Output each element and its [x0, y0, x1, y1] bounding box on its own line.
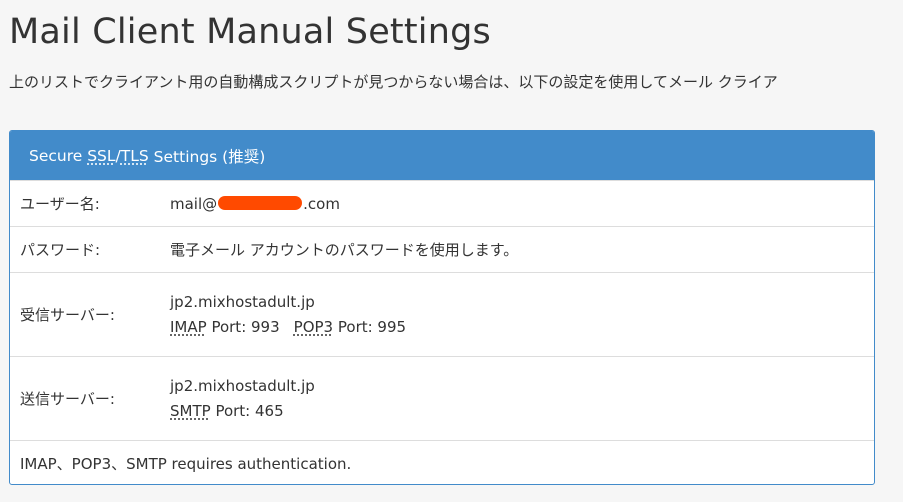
incoming-server-value: jp2.mixhostadult.jp IMAP Port: 993 POP3 P… [170, 290, 406, 340]
imap-abbr[interactable]: IMAP [170, 318, 207, 336]
tls-abbr[interactable]: TLS [121, 147, 149, 165]
outgoing-server-value: jp2.mixhostadult.jp SMTP Port: 465 [170, 374, 315, 424]
pop3-abbr[interactable]: POP3 [294, 318, 333, 336]
secure-settings-panel: Secure SSL / TLS Settings (推奨) ユーザー名: mail… [9, 130, 875, 485]
panel-heading-suffix: Settings (推奨) [148, 147, 266, 166]
password-row: パスワード: 電子メール アカウントのパスワードを使用します。 [10, 226, 874, 272]
incoming-server-row: 受信サーバー: jp2.mixhostadult.jp IMAP Port: 9… [10, 272, 874, 356]
incoming-server-label: 受信サーバー: [20, 306, 115, 324]
password-label: パスワード: [20, 241, 101, 259]
incoming-server-host: jp2.mixhostadult.jp [170, 292, 315, 311]
page-description: 上のリストでクライアント用の自動構成スクリプトが見つからない場合は、以下の設定を… [9, 73, 778, 91]
pop3-port: Port: 995 [333, 317, 407, 336]
outgoing-server-ports: SMTP Port: 465 [170, 399, 315, 424]
username-label: ユーザー名: [20, 195, 100, 213]
redaction-mark [218, 196, 303, 210]
username-row: ユーザー名: mail@ .com [10, 180, 874, 226]
outgoing-server-label: 送信サーバー: [20, 390, 115, 408]
auth-note: IMAP、POP3、SMTP requires authentication. [20, 455, 352, 473]
incoming-server-ports: IMAP Port: 993 POP3 Port: 995 [170, 315, 406, 340]
username-suffix: .com [303, 194, 340, 213]
smtp-port: Port: 465 [210, 401, 284, 420]
imap-port: Port: 993 [206, 317, 280, 336]
password-value: 電子メール アカウントのパスワードを使用します。 [170, 241, 519, 259]
username-value: mail@ .com [170, 195, 340, 213]
outgoing-server-host: jp2.mixhostadult.jp [170, 376, 315, 395]
outgoing-server-row: 送信サーバー: jp2.mixhostadult.jp SMTP Port: 4… [10, 356, 874, 440]
auth-note-row: IMAP、POP3、SMTP requires authentication. [10, 440, 874, 484]
smtp-abbr[interactable]: SMTP [170, 402, 211, 420]
panel-heading: Secure SSL / TLS Settings (推奨) [10, 131, 874, 180]
page-title: Mail Client Manual Settings [9, 12, 491, 52]
panel-heading-prefix: Secure [29, 146, 88, 165]
ssl-abbr[interactable]: SSL [87, 147, 115, 165]
page: Mail Client Manual Settings 上のリストでクライアント… [0, 0, 903, 502]
username-prefix: mail@ [170, 194, 218, 213]
